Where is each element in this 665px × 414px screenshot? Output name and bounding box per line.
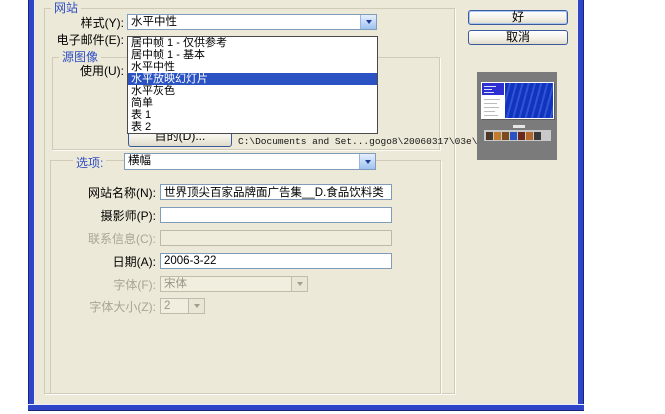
source-group-title: 源图像 [59,50,101,64]
preview-thumbnail [486,132,493,140]
preview-thumbnail [518,132,525,140]
font-label: 字体(F): [30,278,156,292]
dialog-border-left [28,0,35,411]
preview-thumbnail [534,132,541,140]
dialog-border-right [577,0,584,411]
style-dropdown-option[interactable]: 水平中性 [128,61,377,73]
style-combobox[interactable]: 水平中性 [127,14,377,30]
font-size-combobox: 2 [160,298,205,314]
style-preview [477,72,557,160]
photographer-label: 摄影师(P): [30,209,156,223]
font-combobox: 宋体 [160,276,308,292]
style-combobox-value: 水平中性 [128,15,376,29]
chevron-down-icon[interactable] [359,154,375,169]
preview-thumbnail [526,132,533,140]
site-name-input[interactable] [160,184,392,200]
preview-caption [513,125,525,128]
contact-input [160,230,392,246]
style-dropdown-option[interactable]: 简单 [128,97,377,109]
preview-sidebar [482,83,504,118]
chevron-down-icon [188,299,204,313]
web-photo-gallery-dialog: 网站 样式(Y): 水平中性 电子邮件(E): 源图像 使用(U): 目的(D)… [0,0,665,414]
date-label: 日期(A): [30,255,156,269]
style-dropdown-option[interactable]: 表 2 [128,121,377,133]
use-label: 使用(U): [40,64,124,78]
ok-button[interactable]: 好 [468,10,568,25]
style-dropdown-option[interactable]: 居中帧 1 - 仅供参考 [128,37,377,49]
dialog-border-bottom [28,404,584,411]
site-name-label: 网站名称(N): [30,186,156,200]
preview-thumbnail [510,132,517,140]
preview-thumbnail [494,132,501,140]
preview-thumbnail [502,132,509,140]
email-label: 电子邮件(E): [28,33,124,47]
style-label: 样式(Y): [40,16,124,30]
options-label: 选项: [73,156,106,170]
preview-thumbnail-strip [484,130,551,141]
preview-sidebar-header [482,83,504,95]
font-combobox-value: 宋体 [161,277,307,291]
date-input[interactable] [160,253,392,269]
style-dropdown-option[interactable]: 居中帧 1 - 基本 [128,49,377,61]
preview-main-image [505,83,553,118]
chevron-down-icon [291,277,307,291]
style-dropdown-option[interactable]: 表 1 [128,109,377,121]
style-dropdown-option[interactable]: 水平灰色 [128,85,377,97]
options-combobox[interactable]: 横幅 [124,153,376,170]
style-dropdown-list: 居中帧 1 - 仅供参考居中帧 1 - 基本水平中性水平放映幻灯片水平灰色简单表… [127,36,378,134]
chevron-down-icon[interactable] [360,15,376,29]
photographer-input[interactable] [160,207,392,223]
site-group-title: 网站 [51,1,81,15]
destination-path: C:\Documents and Set...gogo8\20060317\03… [238,136,477,147]
preview-page [481,82,554,119]
cancel-button[interactable]: 取消 [468,30,568,45]
contact-label: 联系信息(C): [30,232,156,246]
options-combobox-value: 横幅 [125,154,375,169]
font-size-label: 字体大小(Z): [30,300,156,314]
style-dropdown-option[interactable]: 水平放映幻灯片 [128,73,377,85]
